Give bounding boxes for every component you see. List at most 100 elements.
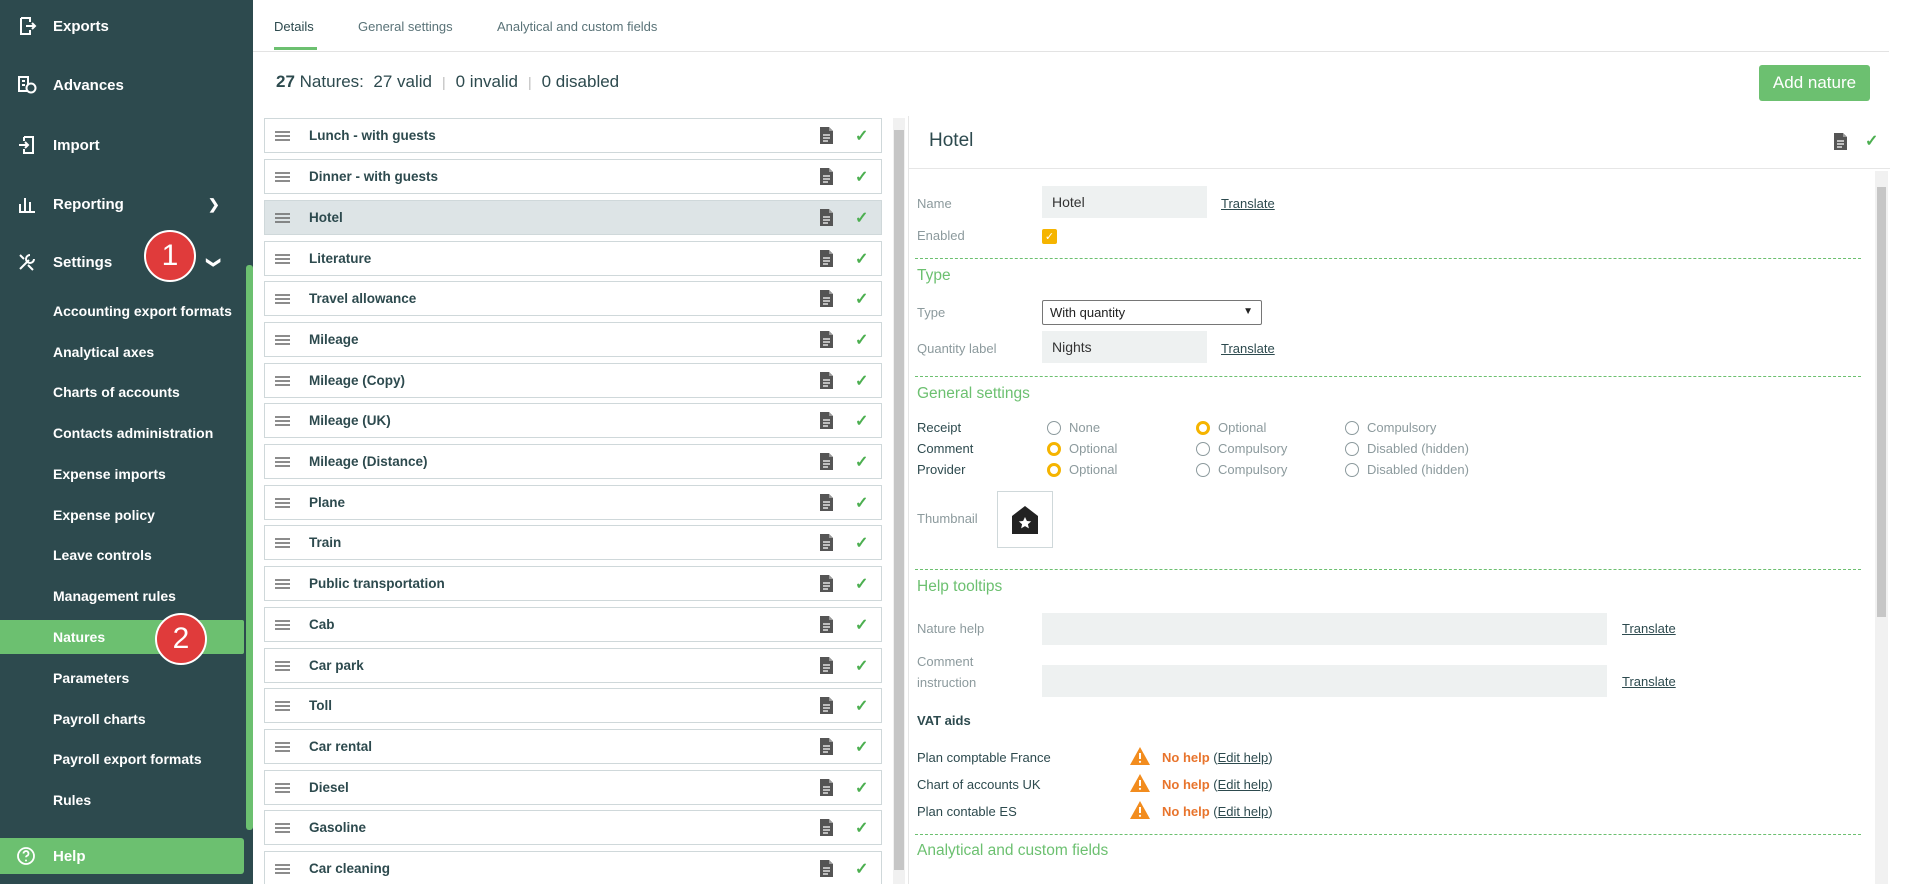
sidebar-sub-contacts-administration[interactable]: Contacts administration [0,416,246,450]
nature-row[interactable]: Mileage (UK) ✓ [264,403,882,438]
drag-handle-icon[interactable] [275,253,290,264]
nature-row[interactable]: Car cleaning ✓ [264,851,882,884]
sidebar-sub-analytical-axes[interactable]: Analytical axes [0,335,246,369]
comment-optional-radio[interactable]: Optional [1047,441,1117,456]
sidebar-item-reporting[interactable]: Reporting ❯ [0,180,246,228]
nature-row[interactable]: Car rental ✓ [264,729,882,764]
drag-handle-icon[interactable] [275,578,290,589]
add-nature-button[interactable]: Add nature [1759,65,1870,101]
drag-handle-icon[interactable] [275,741,290,752]
thumbnail-picker[interactable] [997,491,1053,548]
sidebar-sub-parameters[interactable]: Parameters [0,661,246,695]
document-icon[interactable] [820,738,833,755]
nature-row[interactable]: Gasoline ✓ [264,810,882,845]
document-icon[interactable] [820,331,833,348]
drag-handle-icon[interactable] [275,700,290,711]
sidebar-sub-management-rules[interactable]: Management rules [0,579,246,613]
nature-row[interactable]: Mileage (Copy) ✓ [264,363,882,398]
nature-row[interactable]: Plane ✓ [264,485,882,520]
nature-help-input[interactable] [1042,613,1607,645]
provider-disabled-radio[interactable]: Disabled (hidden) [1345,462,1469,477]
quantity-label-input[interactable]: Nights [1042,331,1207,363]
sidebar-sub-leave-controls[interactable]: Leave controls [0,538,246,572]
help-button[interactable]: Help [0,838,244,874]
sidebar-sub-expense-policy[interactable]: Expense policy [0,498,246,532]
drag-handle-icon[interactable] [275,415,290,426]
receipt-none-radio[interactable]: None [1047,420,1100,435]
document-icon[interactable] [820,657,833,674]
sidebar-sub-expense-imports[interactable]: Expense imports [0,457,246,491]
sidebar-item-import[interactable]: Import [0,121,246,169]
nature-row[interactable]: Literature ✓ [264,241,882,276]
drag-handle-icon[interactable] [275,537,290,548]
sidebar-item-settings[interactable]: Settings ❯ [0,238,246,286]
tab-general-settings[interactable]: General settings [358,19,453,34]
drag-handle-icon[interactable] [275,619,290,630]
receipt-optional-radio[interactable]: Optional [1196,420,1266,435]
nature-row[interactable]: Public transportation ✓ [264,566,882,601]
drag-handle-icon[interactable] [275,497,290,508]
document-icon[interactable] [820,412,833,429]
nature-row[interactable]: Car park ✓ [264,648,882,683]
panel-scrollbar-thumb[interactable] [1877,187,1886,617]
sidebar-sub-payroll-charts[interactable]: Payroll charts [0,702,246,736]
name-translate-link[interactable]: Translate [1221,196,1275,211]
tab-details[interactable]: Details [274,19,314,34]
type-select[interactable]: With quantity ▼ [1042,300,1262,325]
sidebar-sub-rules[interactable]: Rules [0,783,246,817]
comment-instruction-translate-link[interactable]: Translate [1622,674,1676,689]
nature-row[interactable]: Cab ✓ [264,607,882,642]
nature-row[interactable]: Dinner - with guests ✓ [264,159,882,194]
drag-handle-icon[interactable] [275,171,290,182]
comment-disabled-radio[interactable]: Disabled (hidden) [1345,441,1469,456]
list-scrollbar[interactable] [893,118,905,884]
drag-handle-icon[interactable] [275,822,290,833]
sidebar-item-exports[interactable]: Exports [0,2,246,50]
sidebar-sub-charts-of-accounts[interactable]: Charts of accounts [0,375,246,409]
drag-handle-icon[interactable] [275,293,290,304]
document-icon[interactable] [820,453,833,470]
nature-row[interactable]: Travel allowance ✓ [264,281,882,316]
document-icon[interactable] [820,494,833,511]
enabled-checkbox[interactable]: ✓ [1042,229,1057,244]
document-icon[interactable] [820,250,833,267]
nature-row[interactable]: Mileage ✓ [264,322,882,357]
nature-help-translate-link[interactable]: Translate [1622,621,1676,636]
drag-handle-icon[interactable] [275,863,290,874]
drag-handle-icon[interactable] [275,456,290,467]
nature-row[interactable]: Mileage (Distance) ✓ [264,444,882,479]
list-scrollbar-thumb[interactable] [894,130,904,870]
drag-handle-icon[interactable] [275,375,290,386]
document-icon[interactable] [820,819,833,836]
edit-help-link[interactable]: Edit help [1218,777,1269,792]
document-icon[interactable] [820,290,833,307]
document-icon[interactable] [820,209,833,226]
document-icon[interactable] [820,779,833,796]
document-icon[interactable] [820,372,833,389]
document-icon[interactable] [820,168,833,185]
sidebar-scrollbar-thumb[interactable] [246,265,253,830]
document-icon[interactable] [820,697,833,714]
drag-handle-icon[interactable] [275,212,290,223]
sidebar-sub-natures[interactable]: Natures [0,620,244,654]
comment-compulsory-radio[interactable]: Compulsory [1196,441,1287,456]
drag-handle-icon[interactable] [275,782,290,793]
document-icon[interactable] [1834,133,1847,150]
nature-row[interactable]: Lunch - with guests ✓ [264,118,882,153]
nature-row[interactable]: Hotel ✓ [264,200,882,235]
nature-row[interactable]: Train ✓ [264,525,882,560]
edit-help-link[interactable]: Edit help [1218,750,1269,765]
sidebar-sub-payroll-export-formats[interactable]: Payroll export formats [0,742,246,776]
drag-handle-icon[interactable] [275,130,290,141]
document-icon[interactable] [820,127,833,144]
document-icon[interactable] [820,534,833,551]
document-icon[interactable] [820,575,833,592]
provider-optional-radio[interactable]: Optional [1047,462,1117,477]
sidebar-sub-accounting-export-formats[interactable]: Accounting export formats [0,294,246,328]
tab-analytical-custom-fields[interactable]: Analytical and custom fields [497,19,657,34]
provider-compulsory-radio[interactable]: Compulsory [1196,462,1287,477]
document-icon[interactable] [820,860,833,877]
drag-handle-icon[interactable] [275,660,290,671]
document-icon[interactable] [820,616,833,633]
receipt-compulsory-radio[interactable]: Compulsory [1345,420,1436,435]
